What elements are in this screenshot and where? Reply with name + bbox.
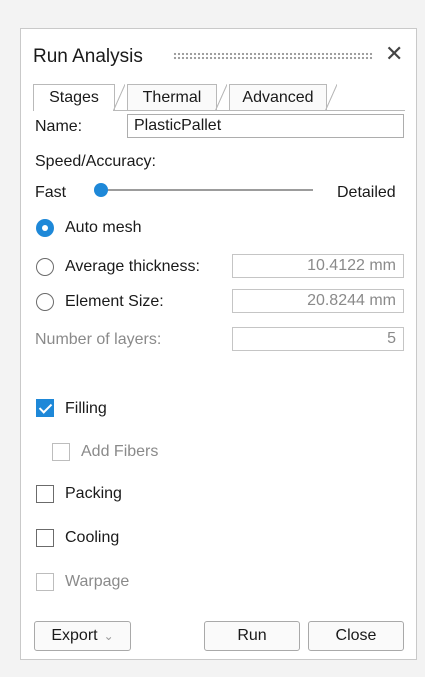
warpage-checkbox	[36, 573, 54, 591]
element-size-label: Element Size:	[65, 293, 164, 310]
speed-accuracy-slider[interactable]	[99, 189, 313, 191]
slider-thumb[interactable]	[94, 183, 108, 197]
cooling-checkbox[interactable]	[36, 529, 54, 547]
run-button-label: Run	[237, 627, 267, 644]
tab-stages[interactable]: Stages	[33, 84, 125, 111]
filling-label: Filling	[65, 400, 107, 417]
dialog-title: Run Analysis	[33, 46, 143, 67]
tab-strip: Stages Thermal Advanced	[33, 84, 413, 111]
average-thickness-label: Average thickness:	[65, 258, 200, 275]
name-label: Name:	[35, 118, 83, 135]
add-fibers-label: Add Fibers	[81, 443, 159, 460]
close-icon[interactable]: ✕	[385, 43, 403, 65]
auto-mesh-label: Auto mesh	[65, 219, 142, 236]
title-bar[interactable]: Run Analysis ✕	[21, 29, 416, 68]
export-button[interactable]: Export ⌄	[34, 621, 131, 651]
export-button-label: Export	[51, 627, 98, 644]
warpage-label: Warpage	[65, 573, 130, 590]
close-button-label: Close	[335, 627, 377, 644]
packing-label: Packing	[65, 485, 122, 502]
layers-label: Number of layers:	[35, 331, 162, 348]
name-input[interactable]	[127, 114, 404, 138]
run-analysis-dialog: Run Analysis ✕ Stages Thermal Advanced N…	[20, 28, 417, 660]
tab-advanced[interactable]: Advanced	[229, 84, 337, 111]
add-fibers-checkbox	[52, 443, 70, 461]
chevron-down-icon: ⌄	[103, 629, 114, 643]
element-size-field[interactable]: 20.8244 mm	[232, 289, 404, 313]
tab-thermal-label: Thermal	[142, 89, 202, 106]
close-button[interactable]: Close	[308, 621, 404, 651]
run-button[interactable]: Run	[204, 621, 300, 651]
packing-checkbox[interactable]	[36, 485, 54, 503]
element-size-radio[interactable]	[36, 293, 54, 311]
average-thickness-radio[interactable]	[36, 258, 54, 276]
auto-mesh-radio[interactable]	[36, 219, 54, 237]
tab-stages-label: Stages	[49, 89, 99, 106]
filling-checkbox[interactable]	[36, 399, 54, 417]
layers-field[interactable]: 5	[232, 327, 404, 351]
slider-max-label: Detailed	[337, 184, 396, 201]
average-thickness-field[interactable]: 10.4122 mm	[232, 254, 404, 278]
drag-grip-handle[interactable]	[173, 52, 373, 60]
tab-thermal[interactable]: Thermal	[127, 84, 227, 111]
slider-min-label: Fast	[35, 184, 67, 201]
tab-advanced-label: Advanced	[242, 89, 314, 106]
speed-accuracy-label: Speed/Accuracy:	[35, 153, 156, 170]
cooling-label: Cooling	[65, 529, 120, 546]
